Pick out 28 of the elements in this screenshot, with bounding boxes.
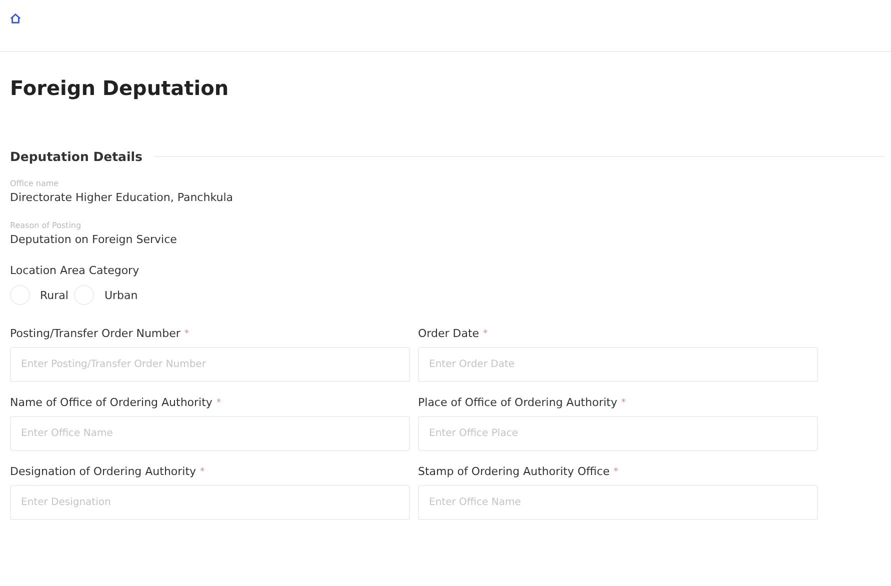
required-mark: * xyxy=(184,328,189,341)
info-value: Deputation on Foreign Service xyxy=(10,232,178,248)
info-label: Office name xyxy=(10,178,60,190)
required-mark: * xyxy=(483,328,488,341)
info-label: Reason of Posting xyxy=(10,220,82,232)
input-field[interactable]: Enter Order Date xyxy=(418,347,818,382)
field-label: Designation of Ordering Authority xyxy=(10,465,196,479)
field-label: Posting/Transfer Order Number xyxy=(10,327,180,341)
page-title: Foreign Deputation xyxy=(10,75,230,102)
field-label: Place of Office of Ordering Authority xyxy=(418,396,618,410)
radio-label[interactable]: Urban xyxy=(104,288,138,302)
field-label: Stamp of Ordering Authority Office xyxy=(418,465,610,479)
input-field[interactable]: Enter Office Name xyxy=(418,485,818,520)
input-field[interactable]: Enter Office Name xyxy=(10,416,410,451)
input-field[interactable]: Enter Office Place xyxy=(418,416,818,451)
radio-group-label: Location Area Category xyxy=(10,264,140,277)
required-mark: * xyxy=(200,466,205,479)
field-label: Name of Office of Ordering Authority xyxy=(10,396,212,410)
input-field[interactable]: Enter Posting/Transfer Order Number xyxy=(10,347,410,382)
home-icon[interactable] xyxy=(10,13,21,24)
required-mark: * xyxy=(614,466,618,479)
required-mark: * xyxy=(216,397,221,410)
input-field[interactable]: Enter Designation xyxy=(10,485,410,520)
info-value: Directorate Higher Education, Panchkula xyxy=(10,190,234,206)
required-mark: * xyxy=(621,397,626,410)
field-label: Order Date xyxy=(418,327,480,341)
section-title: Deputation Details xyxy=(10,149,142,164)
radio-label[interactable]: Rural xyxy=(40,288,68,302)
